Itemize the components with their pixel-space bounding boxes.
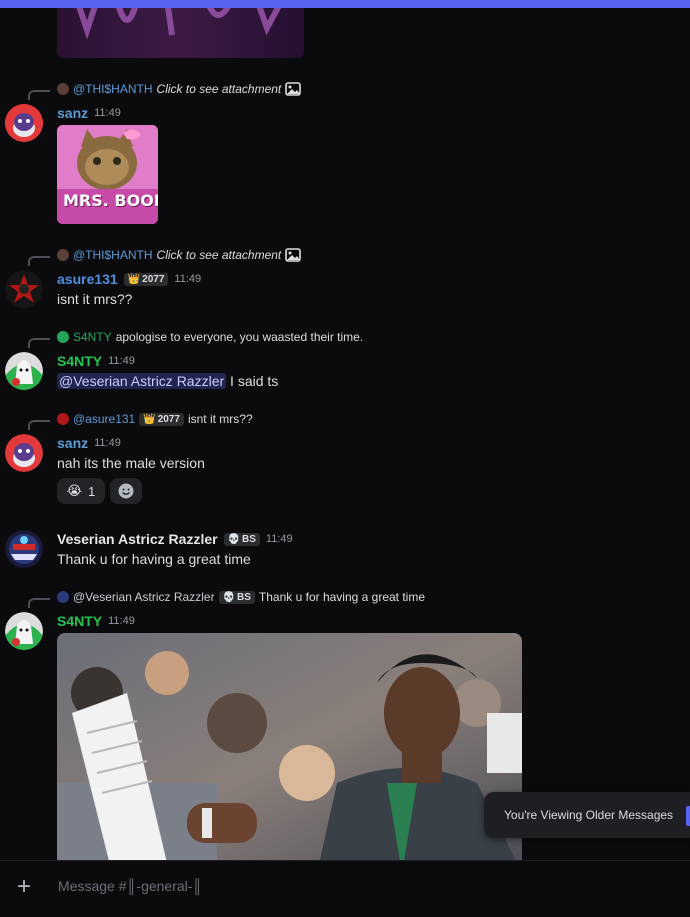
reaction-count: 1 (87, 483, 96, 499)
timestamp: 11:49 (94, 437, 121, 449)
message-content: nah its the male version (57, 455, 205, 471)
reply-reference[interactable]: @asure131 👑 2077 isnt it mrs?? (57, 412, 253, 426)
older-messages-label: You're Viewing Older Messages (504, 808, 674, 822)
reply-text[interactable]: Thank u for having a great time (259, 590, 425, 604)
avatar[interactable] (5, 270, 43, 308)
jump-to-present-edge[interactable] (686, 806, 690, 826)
avatar (57, 591, 69, 603)
crown-icon: 👑 (143, 413, 156, 425)
badge-text: 2077 (142, 273, 165, 285)
timestamp: 11:49 (265, 533, 293, 545)
add-reaction-icon (118, 483, 134, 499)
reply-author[interactable]: @THI$HANTH (73, 82, 153, 96)
older-messages-banner[interactable]: You're Viewing Older Messages (484, 792, 690, 838)
reply-author[interactable]: @THI$HANTH (73, 248, 153, 262)
reply-reference[interactable]: @THI$HANTH Click to see attachment (57, 248, 302, 262)
basketball-player-photo[interactable] (57, 633, 522, 860)
reply-text[interactable]: isnt it mrs?? (188, 412, 253, 426)
reply-reference[interactable]: S4NTY apologise to everyone, you waasted… (57, 330, 363, 344)
avatar (57, 413, 69, 425)
guild-tag-badge[interactable]: 💀 BS (223, 532, 260, 546)
message-content: isnt it mrs?? (57, 291, 133, 307)
plus-icon[interactable]: + (12, 875, 36, 899)
reaction-button[interactable]: 😭 1 (57, 478, 105, 504)
reply-author[interactable]: @asure131 (73, 412, 135, 426)
timestamp: 11:49 (108, 615, 135, 627)
reply-reference[interactable]: @THI$HANTH Click to see attachment (57, 82, 302, 96)
reply-author[interactable]: @Veserian Astricz Razzler (73, 590, 215, 604)
username[interactable]: asure131 (57, 271, 118, 287)
message-content: Thank u for having a great time (57, 551, 251, 567)
add-reaction-button[interactable] (110, 478, 142, 504)
reply-text[interactable]: Click to see attachment (157, 82, 282, 96)
username[interactable]: sanz (57, 435, 88, 451)
username[interactable]: sanz (57, 105, 88, 121)
reaction-emoji: 😭 (66, 483, 82, 498)
cat-image[interactable]: MRS. BOOBS (57, 125, 158, 224)
guild-tag-badge[interactable]: 👑 2077 (123, 272, 169, 286)
skull-icon: 💀 (227, 533, 241, 545)
reply-text[interactable]: apologise to everyone, you waasted their… (116, 330, 363, 344)
avatar[interactable] (5, 352, 43, 390)
guild-tag-badge[interactable]: 👑 2077 (139, 412, 184, 426)
message-input[interactable]: Message #║-general-║ (58, 878, 202, 894)
chat-scroller[interactable]: @THI$HANTH Click to see attachment sanz … (0, 8, 690, 860)
avatar (57, 331, 69, 343)
message-composer: + Message #║-general-║ (0, 860, 690, 917)
message-text: I said ts (230, 373, 279, 389)
avatar (57, 83, 69, 95)
message-content: @Veserian Astricz Razzler I said ts (57, 373, 278, 389)
image-icon (285, 248, 302, 262)
username[interactable]: S4NTY (57, 613, 102, 629)
crown-icon: 👑 (127, 273, 141, 285)
badge-text: 2077 (157, 413, 180, 425)
timestamp: 11:49 (94, 107, 121, 119)
username[interactable]: Veserian Astricz Razzler (57, 531, 218, 547)
username[interactable]: S4NTY (57, 353, 102, 369)
timestamp: 11:49 (108, 355, 135, 367)
top-accent-bar (0, 0, 690, 8)
avatar[interactable] (5, 530, 43, 568)
previous-image-attachment[interactable] (57, 8, 304, 58)
avatar[interactable] (5, 434, 43, 472)
reply-reference[interactable]: @Veserian Astricz Razzler 💀 BS Thank u fo… (57, 590, 425, 604)
reply-text[interactable]: Click to see attachment (157, 248, 282, 262)
avatar[interactable] (5, 612, 43, 650)
avatar[interactable] (5, 104, 43, 142)
guild-tag-badge[interactable]: 💀 BS (218, 590, 255, 604)
image-icon (285, 82, 302, 96)
badge-text: BS (242, 533, 256, 545)
timestamp: 11:49 (174, 273, 202, 285)
skull-icon: 💀 (222, 591, 236, 603)
user-mention[interactable]: @Veserian Astricz Razzler (57, 373, 227, 389)
reply-author[interactable]: S4NTY (73, 330, 112, 344)
badge-text: BS (237, 591, 251, 603)
image-caption: MRS. BOOBS (63, 191, 158, 210)
avatar (57, 249, 69, 261)
